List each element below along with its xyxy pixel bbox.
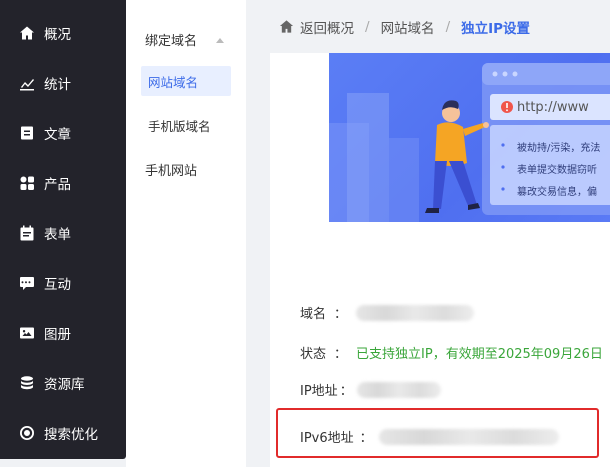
ip-row: IP地址 ： bbox=[300, 380, 441, 399]
breadcrumb: 返回概况 / 网站域名 / 独立IP设置 bbox=[246, 0, 610, 53]
nav-item-stats[interactable]: 统计 bbox=[0, 58, 126, 108]
banner-url-text: http://www bbox=[517, 100, 589, 115]
domain-label: 域名 bbox=[300, 307, 327, 322]
article-icon bbox=[19, 125, 35, 141]
status-label: 状态 bbox=[300, 347, 327, 362]
home-icon[interactable] bbox=[279, 19, 300, 34]
domain-value-redacted bbox=[356, 304, 475, 321]
nav-item-label: 统计 bbox=[44, 77, 71, 93]
nav-item-label: 产品 bbox=[44, 177, 71, 193]
album-icon bbox=[19, 325, 35, 341]
secondary-sidebar: 绑定域名 网站域名 手机版域名 手机网站 bbox=[126, 0, 246, 467]
nav-item-label: 图册 bbox=[44, 327, 71, 343]
main-sidebar: 概况 统计 文章 产品 表单 互动 图册 资源库 搜索优化 bbox=[0, 0, 126, 459]
nav-item-label: 搜索优化 bbox=[44, 427, 98, 443]
ip-label: IP地址 bbox=[300, 384, 338, 399]
breadcrumb-back-overview[interactable]: 返回概况 bbox=[300, 17, 354, 37]
banner-bullet: 被劫持/污染，充法 bbox=[517, 143, 601, 154]
subnav-item-mobile-site[interactable]: 手机网站 bbox=[126, 154, 246, 184]
subnav-item-mobile-domain[interactable]: 手机版域名 bbox=[126, 110, 246, 140]
calendar-icon bbox=[19, 225, 35, 241]
colon: ： bbox=[334, 307, 348, 322]
ipv6-highlight-box bbox=[276, 408, 599, 458]
subnav-item-site-domain[interactable]: 网站域名 bbox=[141, 66, 231, 96]
app-root: 概况 统计 文章 产品 表单 互动 图册 资源库 搜索优化 绑定域名 网站域名 … bbox=[0, 0, 610, 467]
chat-icon bbox=[19, 275, 35, 291]
ip-value-redacted bbox=[356, 381, 441, 398]
caret-up-icon bbox=[216, 38, 224, 43]
status-row: 状态 ： 已支持独立IP，有效期至2025年09月26日 bbox=[300, 343, 603, 362]
subnav-group-bind-domain[interactable]: 绑定域名 bbox=[126, 12, 246, 66]
seo-icon bbox=[19, 425, 35, 441]
nav-item-label: 资源库 bbox=[44, 377, 85, 393]
subnav-group-label: 绑定域名 bbox=[145, 33, 198, 49]
nav-item-label: 文章 bbox=[44, 127, 71, 143]
nav-item-seo[interactable]: 搜索优化 bbox=[0, 408, 126, 458]
nav-item-forms[interactable]: 表单 bbox=[0, 208, 126, 258]
nav-item-products[interactable]: 产品 bbox=[0, 158, 126, 208]
breadcrumb-separator: / bbox=[365, 18, 370, 35]
nav-item-overview[interactable]: 概况 bbox=[0, 8, 126, 58]
banner-bullet: 表单提交数据窃听 bbox=[517, 165, 597, 176]
content-panel: http://www 被劫持/污染，充法 表单提交数据窃听 篡改交易信息，偏 域… bbox=[270, 53, 610, 467]
status-value: 已支持独立IP，有效期至2025年09月26日 bbox=[356, 347, 603, 362]
home-icon bbox=[19, 25, 35, 41]
database-icon bbox=[19, 375, 35, 391]
domain-row: 域名 ： bbox=[300, 303, 475, 322]
breadcrumb-current: 独立IP设置 bbox=[461, 20, 531, 37]
banner-bullet: 篡改交易信息，偏 bbox=[517, 187, 597, 198]
nav-item-album[interactable]: 图册 bbox=[0, 308, 126, 358]
nav-item-label: 互动 bbox=[44, 277, 71, 293]
chart-icon bbox=[19, 75, 35, 91]
security-banner: http://www 被劫持/污染，充法 表单提交数据窃听 篡改交易信息，偏 bbox=[329, 53, 610, 222]
nav-item-interaction[interactable]: 互动 bbox=[0, 258, 126, 308]
nav-item-label: 表单 bbox=[44, 227, 71, 243]
colon: ： bbox=[339, 384, 353, 399]
breadcrumb-separator: / bbox=[445, 18, 451, 35]
nav-item-articles[interactable]: 文章 bbox=[0, 108, 126, 158]
breadcrumb-site-domain[interactable]: 网站域名 bbox=[381, 17, 435, 37]
nav-item-resources[interactable]: 资源库 bbox=[0, 358, 126, 408]
grid-icon bbox=[19, 175, 35, 191]
colon: ： bbox=[334, 347, 348, 362]
nav-item-label: 概况 bbox=[44, 27, 71, 43]
